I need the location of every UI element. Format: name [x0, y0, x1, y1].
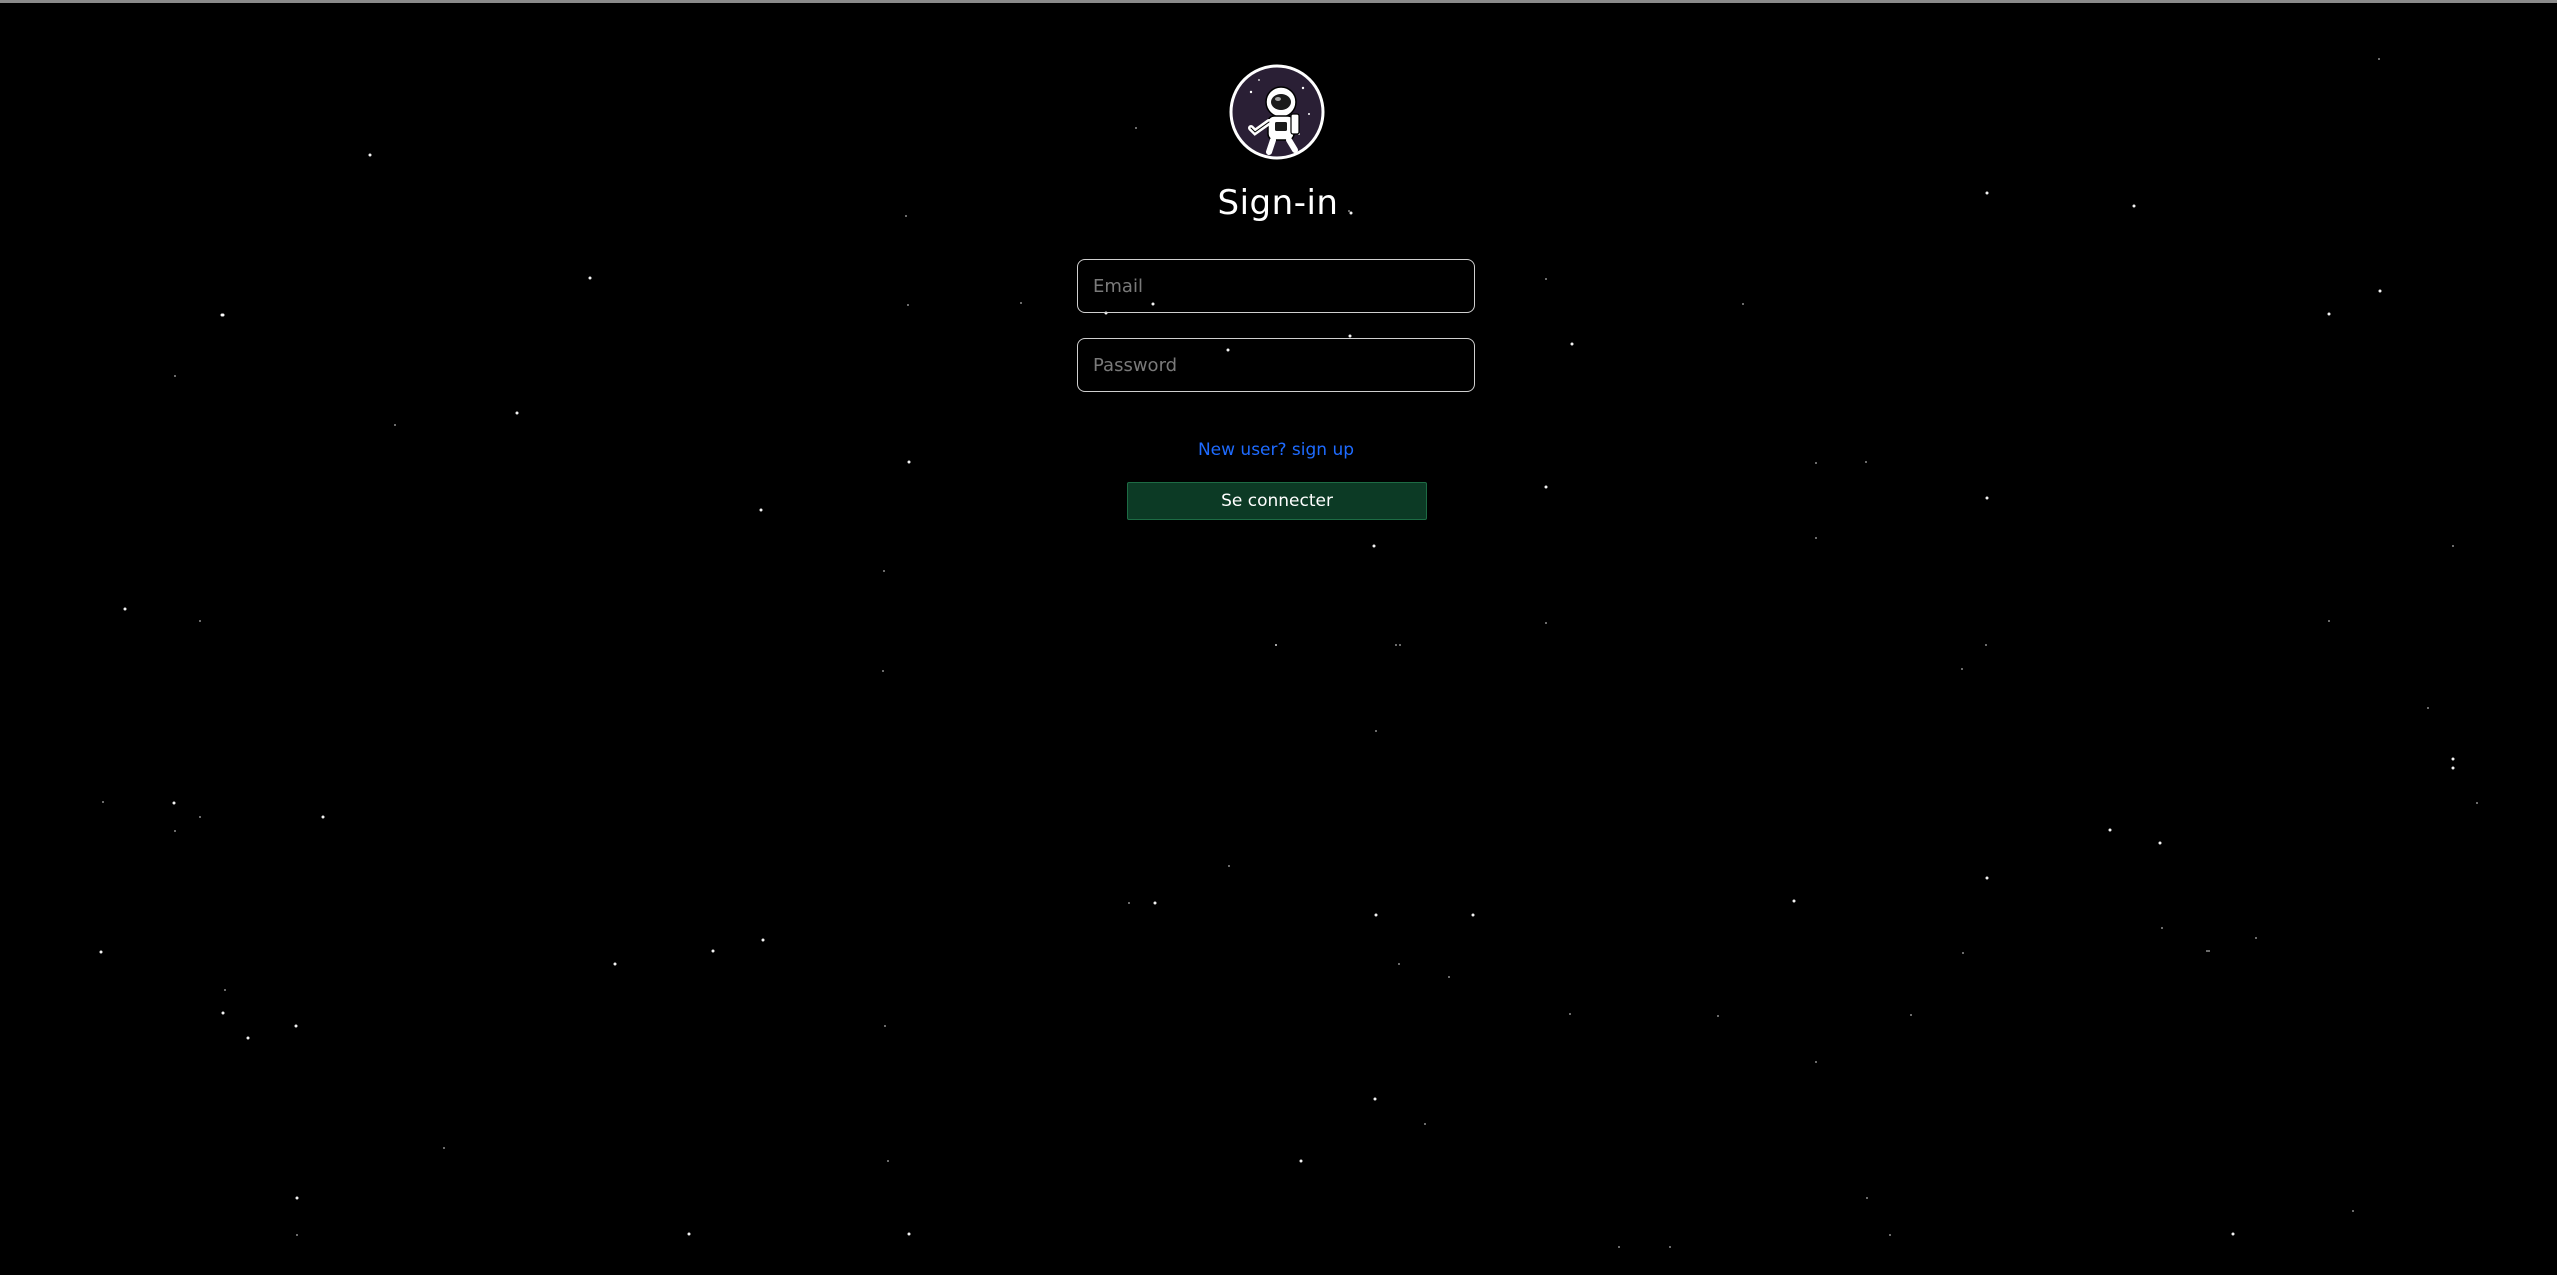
star: [907, 1232, 911, 1236]
star: [2161, 927, 2163, 929]
star: [1962, 952, 1964, 954]
email-field[interactable]: [1077, 259, 1475, 313]
star: [99, 950, 103, 954]
star: [1424, 1123, 1426, 1125]
star: [2378, 58, 2380, 60]
star: [221, 1011, 225, 1015]
star: [1889, 1234, 1891, 1236]
star: [761, 938, 765, 942]
star: [1910, 1014, 1912, 1016]
star: [1372, 544, 1376, 548]
star: [1153, 901, 1157, 905]
star: [1544, 485, 1548, 489]
star: [296, 1234, 298, 1236]
star: [1373, 1097, 1377, 1101]
star: [687, 1232, 691, 1236]
star: [1815, 1061, 1817, 1063]
star: [172, 801, 176, 805]
star: [907, 460, 911, 464]
star: [2452, 545, 2454, 547]
star: [1961, 668, 1963, 670]
star: [295, 1196, 299, 1200]
star: [2158, 841, 2162, 845]
star: [1815, 537, 1817, 539]
star: [394, 424, 396, 426]
star: [199, 816, 201, 818]
star: [1375, 730, 1377, 732]
star: [2427, 707, 2429, 709]
star: [515, 411, 519, 415]
star: [2378, 289, 2382, 293]
star: [2451, 766, 2455, 770]
star: [1618, 1246, 1620, 1248]
star: [2206, 950, 2208, 952]
star: [887, 1160, 889, 1162]
star: [1545, 622, 1547, 624]
password-field[interactable]: [1077, 338, 1475, 392]
star: [1985, 876, 1989, 880]
star: [907, 304, 909, 306]
star: [1135, 127, 1137, 129]
star: [2352, 1210, 2354, 1212]
star: [174, 375, 176, 377]
star: [174, 830, 176, 832]
star: [294, 1024, 298, 1028]
astronaut-icon: [1229, 64, 1325, 160]
star: [1742, 303, 1744, 305]
star: [711, 949, 715, 953]
star: [199, 620, 201, 622]
star: [102, 801, 104, 803]
star: [1399, 644, 1401, 646]
star: [2108, 828, 2112, 832]
star: [1275, 644, 1277, 646]
star: [1398, 963, 1400, 965]
star: [884, 1025, 886, 1027]
star: [1569, 1013, 1571, 1015]
star: [2476, 802, 2478, 804]
star: [2328, 620, 2330, 622]
star: [1792, 899, 1796, 903]
star: [1985, 644, 1987, 646]
star: [321, 815, 325, 819]
star: [443, 1147, 445, 1149]
star: [759, 508, 763, 512]
star: [883, 570, 885, 572]
star: [224, 989, 226, 991]
star: [2451, 757, 2455, 761]
star: [221, 313, 225, 317]
star: [613, 962, 617, 966]
login-page: Sign-in New user? sign up Se connecter: [0, 0, 2557, 1275]
star: [1570, 342, 1574, 346]
star: [1545, 278, 1547, 280]
star: [1985, 496, 1989, 500]
star: [2327, 312, 2331, 316]
star: [2132, 204, 2136, 208]
star: [123, 607, 127, 611]
star: [905, 215, 907, 217]
star: [2255, 937, 2257, 939]
star: [588, 276, 592, 280]
star: [368, 153, 372, 157]
star: [1448, 976, 1450, 978]
star: [1866, 1197, 1868, 1199]
star: [1669, 1246, 1671, 1248]
star: [1985, 191, 1989, 195]
star: [1228, 865, 1230, 867]
star: [1374, 913, 1378, 917]
star: [882, 670, 884, 672]
star: [1395, 644, 1397, 646]
page-title: Sign-in: [1217, 183, 1339, 223]
star: [246, 1036, 250, 1040]
star: [1299, 1159, 1303, 1163]
star: [1020, 302, 1022, 304]
star: [1865, 461, 1867, 463]
signup-link[interactable]: New user? sign up: [1077, 440, 1475, 460]
star: [1128, 902, 1130, 904]
star: [1717, 1015, 1719, 1017]
star: [2208, 950, 2210, 952]
sign-in-button[interactable]: Se connecter: [1127, 482, 1427, 520]
star: [1471, 913, 1475, 917]
star: [2231, 1232, 2235, 1236]
star: [1815, 462, 1817, 464]
